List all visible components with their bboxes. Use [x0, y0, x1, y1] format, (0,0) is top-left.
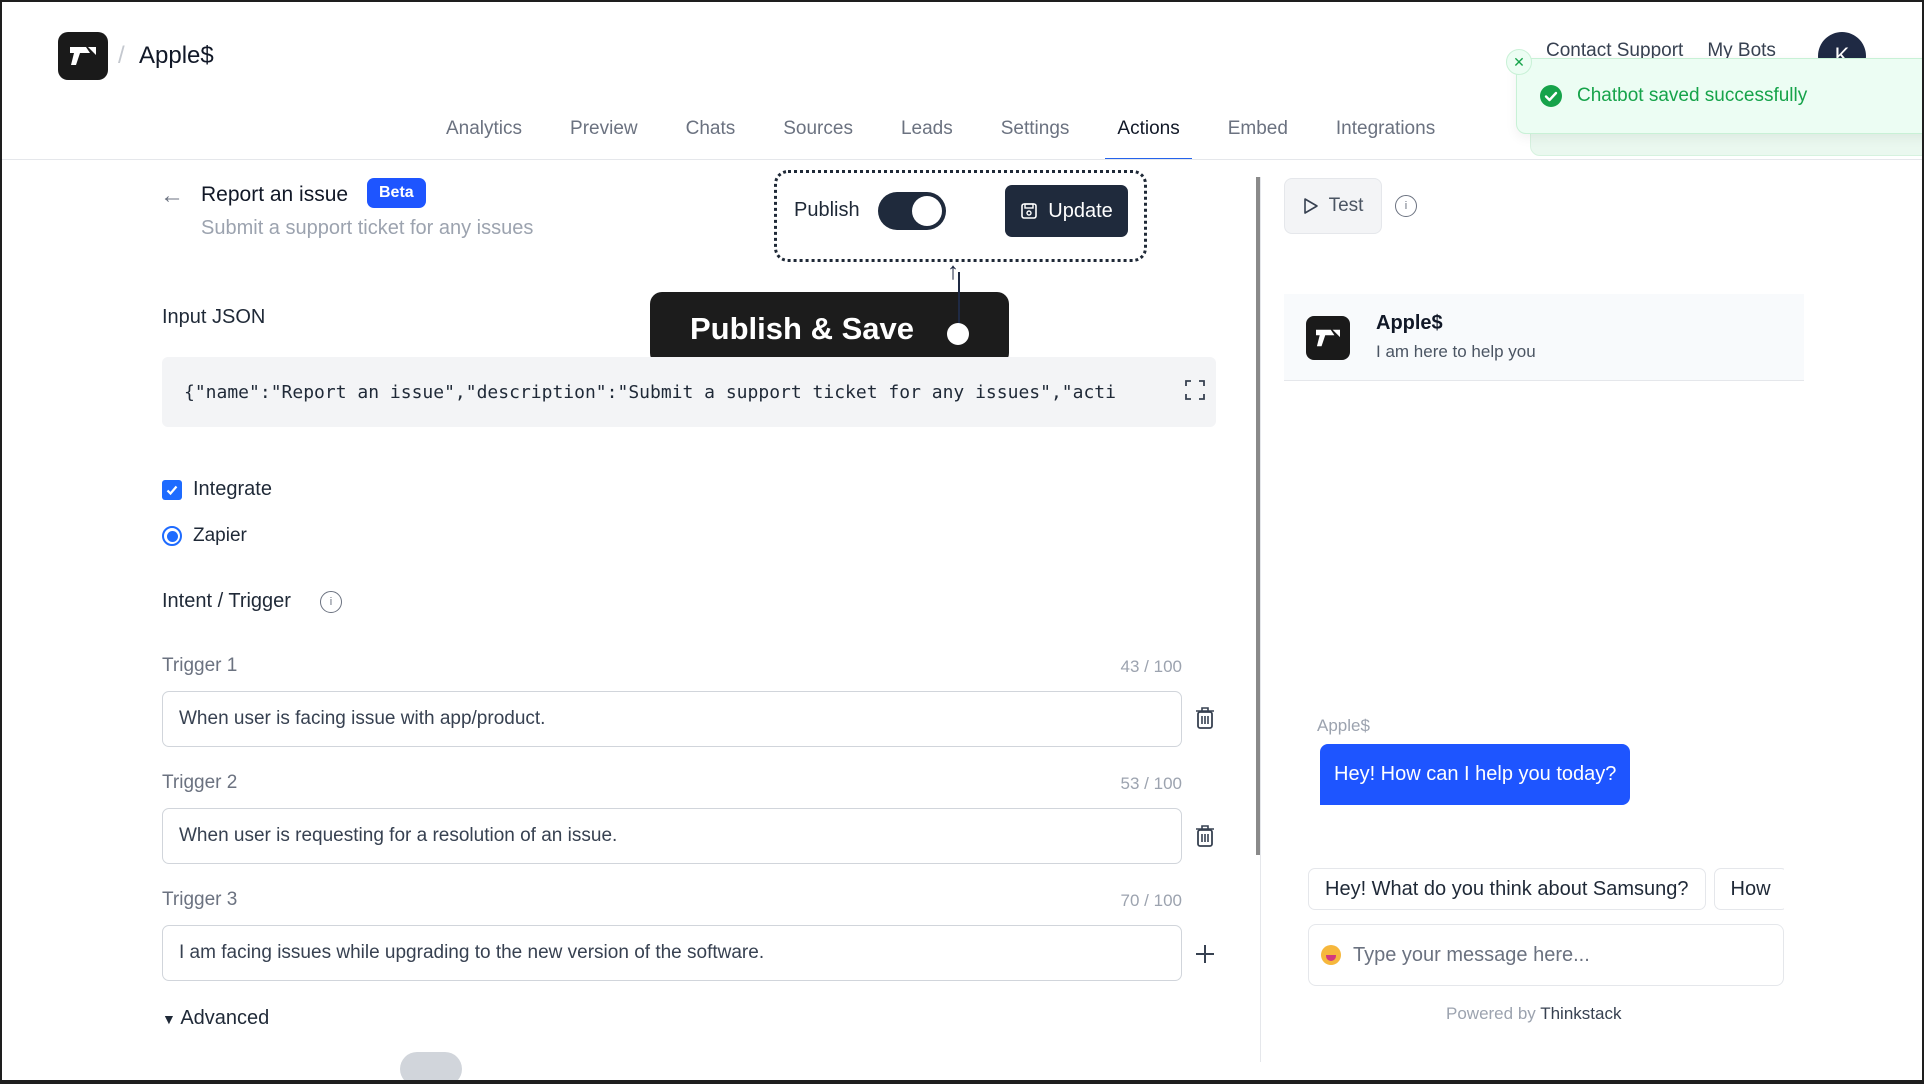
chat-bot-logo [1306, 316, 1350, 360]
input-json-label: Input JSON [162, 306, 266, 328]
trash-icon[interactable] [1192, 704, 1218, 732]
back-arrow-icon[interactable]: ← [160, 182, 184, 210]
emoji-icon[interactable] [1321, 945, 1341, 965]
play-icon [1303, 198, 1318, 214]
trigger-3-input[interactable] [162, 925, 1182, 981]
plus-icon[interactable] [1192, 940, 1218, 968]
header-divider [2, 159, 1922, 160]
chat-widget-header: Apple$ I am here to help you [1284, 294, 1804, 381]
tab-sources[interactable]: Sources [759, 110, 877, 160]
success-toast: Chatbot saved successfully [1516, 58, 1922, 134]
panel-divider [1260, 177, 1261, 1062]
chat-bot-tagline: I am here to help you [1376, 342, 1536, 361]
bot-message-bubble: Hey! How can I help you today? [1320, 744, 1631, 805]
message-composer [1308, 924, 1784, 986]
check-circle-icon [1540, 85, 1562, 107]
logo-mark-icon [70, 47, 96, 65]
trigger-2-label: Trigger 2 [162, 772, 238, 793]
tab-preview[interactable]: Preview [546, 110, 662, 160]
trigger-3-count: 70 / 100 [1120, 891, 1182, 910]
toggle-knob [912, 196, 942, 226]
trigger-2-input[interactable] [162, 808, 1182, 864]
advanced-option-toggle[interactable] [400, 1052, 462, 1080]
tab-analytics[interactable]: Analytics [422, 110, 546, 160]
app-window: / Apple$ Contact Support My Bots K Analy… [2, 2, 1922, 1080]
action-title: Report an issue [201, 183, 349, 206]
breadcrumb-separator: / [118, 42, 125, 69]
message-input[interactable] [1353, 943, 1773, 967]
publish-label: Publish [794, 199, 860, 221]
save-icon [1021, 203, 1038, 219]
trigger-2-count: 53 / 100 [1120, 774, 1182, 793]
input-json-field[interactable]: {"name":"Report an issue","description":… [162, 357, 1216, 427]
powered-by-prefix: Powered by [1446, 1004, 1536, 1023]
main-tabs: Analytics Preview Chats Sources Leads Se… [422, 110, 1459, 160]
advanced-label: Advanced [180, 1007, 270, 1029]
trigger-1-count: 43 / 100 [1120, 657, 1182, 676]
powered-by: Powered by Thinkstack [1446, 1004, 1621, 1024]
info-icon[interactable]: i [320, 591, 342, 613]
tab-settings[interactable]: Settings [977, 110, 1094, 160]
bot-name-title: Apple$ [139, 42, 214, 69]
tab-leads[interactable]: Leads [877, 110, 977, 160]
info-icon[interactable]: i [1395, 195, 1417, 217]
callout-dot [947, 323, 969, 345]
integrate-checkbox[interactable] [162, 480, 182, 500]
scrollbar-thumb[interactable] [1256, 177, 1260, 855]
update-button[interactable]: Update [1005, 185, 1128, 237]
suggestion-chip[interactable]: How [1713, 868, 1784, 910]
trash-icon[interactable] [1192, 822, 1218, 850]
chat-bot-name: Apple$ [1376, 312, 1443, 334]
zapier-radio[interactable] [162, 526, 182, 546]
close-icon: ✕ [1513, 53, 1525, 70]
radio-selected-dot [166, 530, 178, 542]
powered-by-brand[interactable]: Thinkstack [1540, 1004, 1621, 1023]
message-sender-label: Apple$ [1317, 716, 1370, 735]
thinkstack-logo[interactable] [58, 32, 108, 80]
integrate-label: Integrate [193, 478, 272, 500]
update-label: Update [1048, 199, 1113, 222]
tab-embed[interactable]: Embed [1204, 110, 1312, 160]
tab-actions[interactable]: Actions [1093, 110, 1203, 160]
checkmark-icon [166, 485, 178, 496]
publish-toggle[interactable] [878, 192, 946, 230]
suggestion-chips: Hey! What do you think about Samsung? Ho… [1308, 868, 1784, 910]
zapier-label: Zapier [193, 525, 247, 546]
test-button[interactable]: Test [1284, 178, 1382, 234]
beta-badge: Beta [367, 178, 426, 208]
caret-down-icon: ▼ [162, 1011, 176, 1027]
tab-integrations[interactable]: Integrations [1312, 110, 1459, 160]
arrow-up-icon: ↑ [947, 258, 959, 285]
expand-icon[interactable] [1184, 379, 1206, 401]
input-json-value: {"name":"Report an issue","description":… [184, 381, 1116, 403]
tab-chats[interactable]: Chats [662, 110, 760, 160]
toast-message: Chatbot saved successfully [1577, 85, 1808, 106]
advanced-toggle[interactable]: ▼ Advanced [162, 1007, 269, 1030]
trigger-1-input[interactable] [162, 691, 1182, 747]
logo-mark-icon [1316, 329, 1340, 347]
suggestion-chip[interactable]: Hey! What do you think about Samsung? [1308, 868, 1706, 910]
trigger-1-label: Trigger 1 [162, 655, 238, 676]
test-label: Test [1328, 195, 1364, 216]
action-description: Submit a support ticket for any issues [201, 217, 534, 239]
toast-close-button[interactable]: ✕ [1506, 49, 1532, 75]
intent-trigger-label: Intent / Trigger [162, 590, 291, 612]
callout-text: Publish & Save [690, 310, 914, 346]
trigger-3-label: Trigger 3 [162, 889, 238, 910]
